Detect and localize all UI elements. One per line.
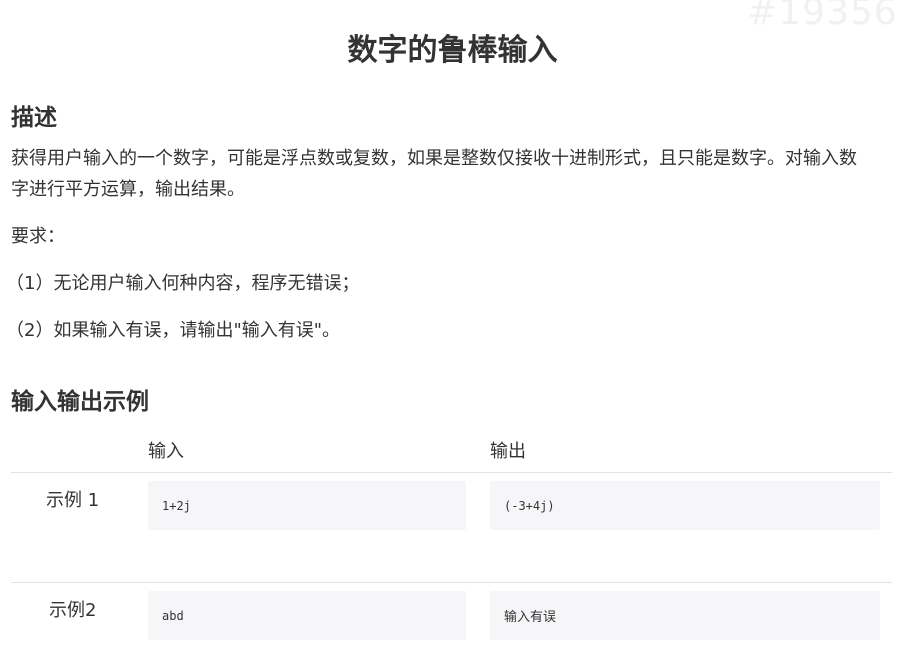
requirements-label: 要求：: [11, 226, 65, 247]
examples-heading: 输入输出示例: [11, 389, 149, 415]
requirement-1: （1）无论用户输入何种内容，程序无错误；: [6, 273, 360, 294]
description-line-1: 获得用户输入的一个数字，可能是浮点数或复数，如果是整数仅接收十进制形式，且只能是…: [11, 148, 857, 169]
description-line-2: 字进行平方运算，输出结果。: [11, 179, 245, 200]
example-input: 1+2j: [148, 481, 466, 530]
example-output: 输入有误: [490, 591, 880, 640]
example-label: 示例 1: [46, 490, 100, 511]
input-column-header: 输入: [148, 441, 184, 462]
table-divider: [11, 582, 892, 583]
example-label: 示例2: [49, 600, 97, 621]
requirement-2: （2）如果输入有误，请输出"输入有误"。: [6, 320, 341, 341]
example-input: abd: [148, 591, 466, 640]
table-divider: [11, 472, 892, 473]
output-column-header: 输出: [490, 441, 526, 462]
page-title: 数字的鲁棒输入: [347, 33, 558, 68]
description-heading: 描述: [11, 105, 57, 131]
example-output: (-3+4j): [490, 481, 880, 530]
